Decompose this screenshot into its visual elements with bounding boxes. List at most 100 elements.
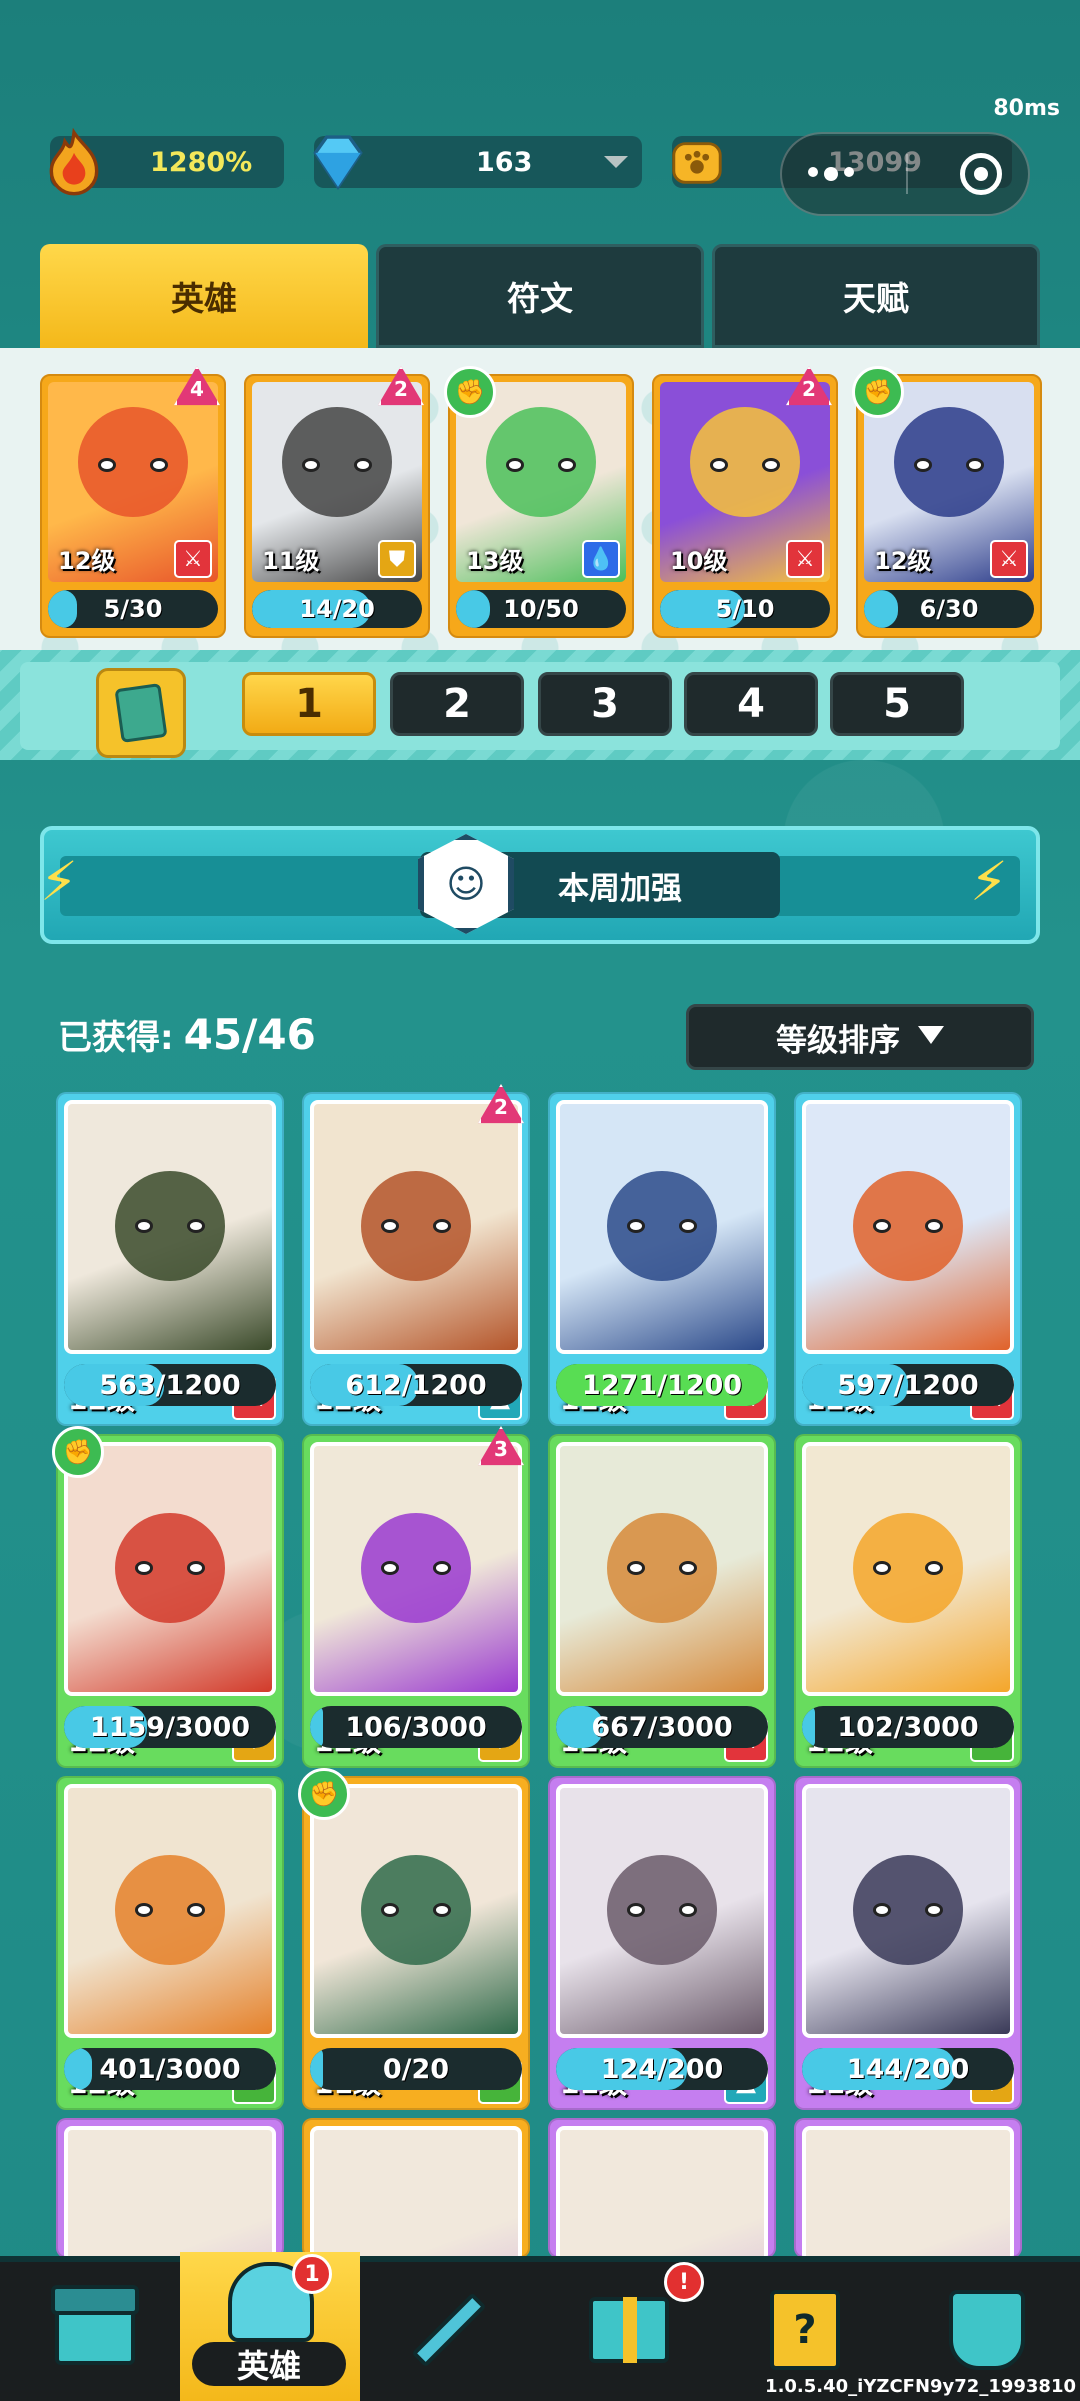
sort-label: 等级排序	[776, 1022, 900, 1059]
sword-icon: ⚔	[990, 540, 1028, 578]
tab-heroes[interactable]: 英雄	[40, 244, 368, 348]
hero-eyes	[135, 1903, 205, 1918]
hero-eyes	[873, 1561, 943, 1576]
gift-icon	[589, 2297, 669, 2363]
nav-quests[interactable]: ?	[730, 2270, 880, 2390]
deck-button-3[interactable]: 3	[538, 672, 672, 736]
progress-fill	[802, 1706, 815, 1748]
hero-card[interactable]: 12级▲612/12002	[302, 1084, 530, 1426]
sword-icon	[411, 2292, 487, 2368]
nav-guild[interactable]	[912, 2270, 1062, 2390]
hero-progress-bar: 106/3000	[310, 1706, 522, 1748]
hero-progress-bar: 1159/3000	[64, 1706, 276, 1748]
owned-value: 45/46	[183, 1010, 316, 1059]
hero-card[interactable]: 12级⛊1159/3000 ✊	[52, 1426, 284, 1768]
team-hero-card[interactable]: 12级 ⚔ 6/30 ✊	[852, 366, 1042, 638]
deck-cards-icon[interactable]	[96, 668, 186, 758]
badge-alert: !	[678, 2269, 690, 2295]
hero-eyes	[381, 1561, 451, 1576]
gems-display[interactable]: 163	[313, 135, 642, 190]
progress-text: 1159/3000	[89, 1711, 251, 1743]
hero-progress-bar: 10/50	[456, 590, 626, 628]
hero-card[interactable]: 12级✚102/3000	[794, 1434, 1022, 1768]
tab-label: 英雄	[171, 279, 237, 318]
team-hero-card[interactable]: 12级 ⚔ 5/30 4	[40, 366, 226, 638]
team-hero-card[interactable]: 10级 ⚔ 5/10 2	[652, 366, 838, 638]
hero-progress-bar: 14/20	[252, 590, 422, 628]
close-target-icon[interactable]	[960, 153, 1002, 195]
progress-fill	[456, 590, 490, 628]
hero-card[interactable]: 12级⚔1271/1200	[548, 1092, 776, 1426]
deck-label: 2	[443, 681, 471, 727]
hero-portrait	[310, 2126, 522, 2256]
hero-eyes	[302, 458, 372, 472]
hero-card[interactable]: 12级✚401/3000	[56, 1776, 284, 2110]
sword-icon: ⚔	[174, 540, 212, 578]
hero-card[interactable]: 11级✚0/20 ✊	[298, 1768, 530, 2110]
hero-progress-bar: 144/200	[802, 2048, 1014, 2090]
deck-button-2[interactable]: 2	[390, 672, 524, 736]
quest-book-icon: ?	[770, 2290, 840, 2370]
tab-runes[interactable]: 符文	[376, 244, 704, 348]
hero-card[interactable]: 12级⛊106/30003	[302, 1426, 530, 1768]
hero-eyes	[710, 458, 780, 472]
hero-portrait: 10级 ⚔	[660, 382, 830, 582]
hero-eyes	[135, 1561, 205, 1576]
nav-battle[interactable]	[374, 2270, 524, 2390]
progress-fill	[48, 590, 77, 628]
progress-text: 106/3000	[345, 1711, 487, 1743]
hero-progress-bar: 401/3000	[64, 2048, 276, 2090]
progress-text: 401/3000	[99, 2053, 241, 2085]
miniprogram-capsule[interactable]	[780, 132, 1030, 216]
hero-eyes	[627, 1561, 697, 1576]
hero-portrait: 12级⚔	[802, 1100, 1014, 1420]
hero-portrait: 11级▲	[556, 1784, 768, 2104]
power-display: 1280%	[49, 128, 284, 196]
hero-eyes	[381, 1903, 451, 1918]
hero-card-partial[interactable]	[548, 2118, 776, 2258]
hero-eyes	[627, 1219, 697, 1234]
progress-text: 563/1200	[99, 1369, 241, 1401]
more-icon[interactable]	[808, 167, 854, 181]
chevron-down-icon[interactable]	[604, 156, 628, 168]
tab-label: 符文	[507, 279, 573, 318]
progress-text: 5/10	[715, 595, 775, 623]
hero-card-partial[interactable]	[794, 2118, 1022, 2258]
hero-card[interactable]: 12级⚔667/3000	[548, 1434, 776, 1768]
deck-button-5[interactable]: 5	[830, 672, 964, 736]
hero-progress-bar: 563/1200	[64, 1364, 276, 1406]
shop-icon	[51, 2285, 139, 2365]
hero-card-partial[interactable]	[56, 2118, 284, 2258]
hero-portrait: 12级⛊	[310, 1442, 522, 1762]
chevron-down-icon	[918, 1026, 944, 1048]
guild-shield-icon	[949, 2290, 1025, 2370]
progress-fill	[310, 2048, 323, 2090]
hero-card[interactable]: 11级⛊144/200	[794, 1776, 1022, 2110]
sort-dropdown[interactable]: 等级排序	[686, 1004, 1034, 1070]
hero-eyes	[135, 1219, 205, 1234]
hero-eyes	[506, 458, 576, 472]
team-hero-card[interactable]: 11级 ⛊ 14/20 2	[244, 366, 430, 638]
hero-eyes	[873, 1903, 943, 1918]
team-hero-card[interactable]: 13级 💧 10/50 ✊	[444, 366, 634, 638]
fist-icon: ✊	[52, 1426, 104, 1478]
deck-button-1[interactable]: 1	[242, 672, 376, 736]
hero-portrait: 12级 ⚔	[48, 382, 218, 582]
nav-shop[interactable]	[20, 2270, 170, 2390]
deck-label: 1	[295, 681, 323, 727]
hero-portrait: 12级✚	[64, 1784, 276, 2104]
tab-talents[interactable]: 天赋	[712, 244, 1040, 348]
shield-icon: ⛊	[378, 540, 416, 578]
progress-fill	[864, 590, 898, 628]
hero-card[interactable]: 12级⚔597/1200	[794, 1092, 1022, 1426]
latency-indicator: 80ms	[993, 96, 1060, 121]
hero-card[interactable]: 11级▲124/200	[548, 1776, 776, 2110]
nav-heroes-label: 英雄	[192, 2342, 346, 2386]
hero-level: 12级	[58, 547, 116, 575]
deck-button-4[interactable]: 4	[684, 672, 818, 736]
hero-card-partial[interactable]	[302, 2118, 530, 2258]
hero-eyes	[873, 1219, 943, 1234]
hero-card[interactable]: 12级⚔563/1200	[56, 1092, 284, 1426]
hero-level: 13级	[466, 547, 524, 575]
hero-portrait: 11级✚	[310, 1784, 522, 2104]
